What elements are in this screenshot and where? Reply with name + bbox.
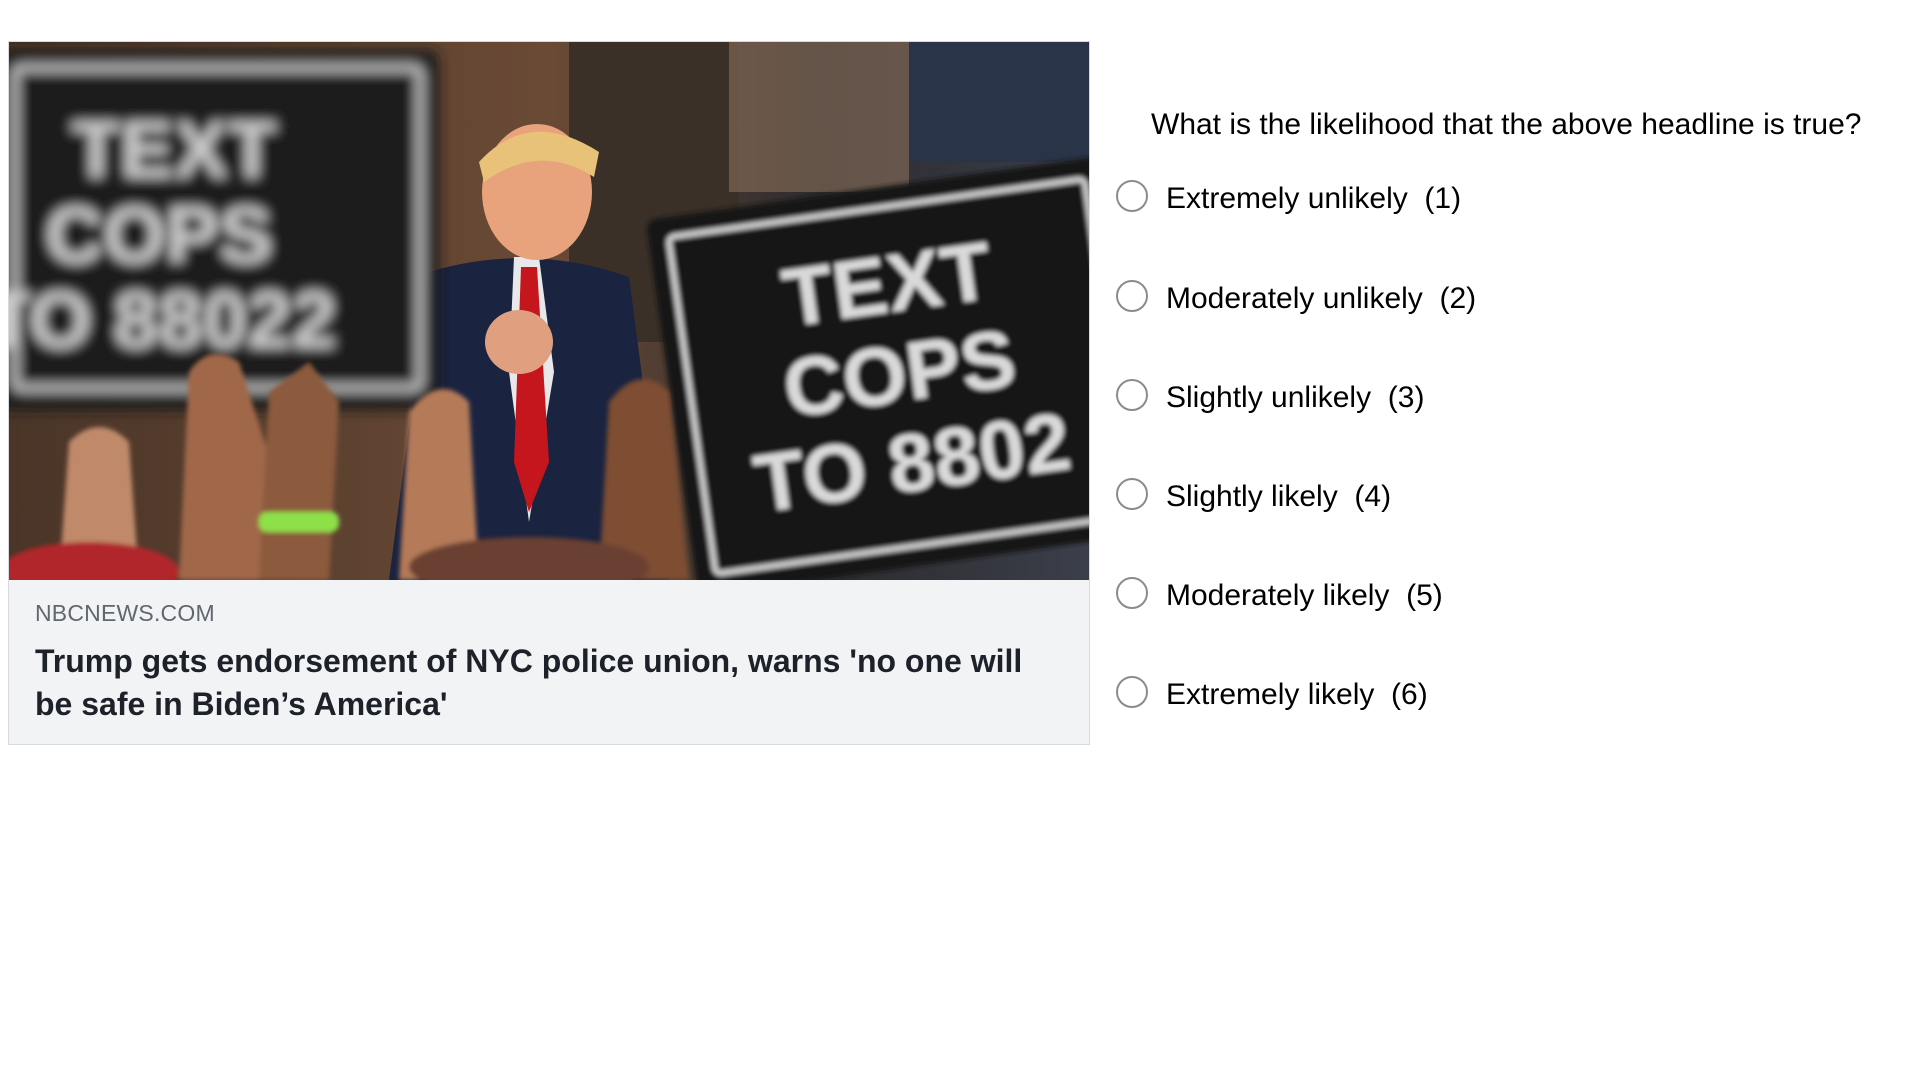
option-slightly-unlikely[interactable]: Slightly unlikely (3) [1116, 371, 1716, 431]
option-moderately-likely[interactable]: Moderately likely (5) [1116, 569, 1716, 629]
radio-button[interactable] [1116, 577, 1148, 609]
option-label: Moderately unlikely (2) [1166, 282, 1477, 315]
news-link-card[interactable]: TEXT COPS TO 88022 TEXT COPS TO 8802 NBC… [8, 41, 1090, 745]
option-label: Extremely unlikely (1) [1166, 182, 1462, 215]
news-photo: TEXT COPS TO 88022 TEXT COPS TO 8802 [9, 42, 1089, 580]
right-protest-sign: TEXT COPS TO 8802 [647, 157, 1089, 580]
svg-text:TO 88022: TO 88022 [9, 275, 336, 364]
option-slightly-likely[interactable]: Slightly likely (4) [1116, 470, 1716, 530]
option-label: Extremely likely (6) [1166, 678, 1428, 711]
radio-button[interactable] [1116, 180, 1148, 212]
radio-button[interactable] [1116, 478, 1148, 510]
radio-button[interactable] [1116, 676, 1148, 708]
option-extremely-likely[interactable]: Extremely likely (6) [1116, 668, 1716, 728]
headline[interactable]: Trump gets endorsement of NYC police uni… [35, 640, 1035, 726]
option-label: Slightly unlikely (3) [1166, 381, 1425, 414]
card-caption: NBCNEWS.COM Trump gets endorsement of NY… [9, 580, 1089, 744]
survey-question: What is the likelihood that the above he… [1151, 108, 1862, 141]
option-label: Slightly likely (4) [1166, 480, 1392, 513]
svg-text:COPS: COPS [46, 190, 273, 279]
radio-button[interactable] [1116, 280, 1148, 312]
svg-text:TEXT: TEXT [72, 105, 277, 194]
option-moderately-unlikely[interactable]: Moderately unlikely (2) [1116, 272, 1716, 332]
radio-button[interactable] [1116, 379, 1148, 411]
option-extremely-unlikely[interactable]: Extremely unlikely (1) [1116, 172, 1716, 232]
source-domain: NBCNEWS.COM [35, 600, 215, 626]
option-label: Moderately likely (5) [1166, 579, 1443, 612]
